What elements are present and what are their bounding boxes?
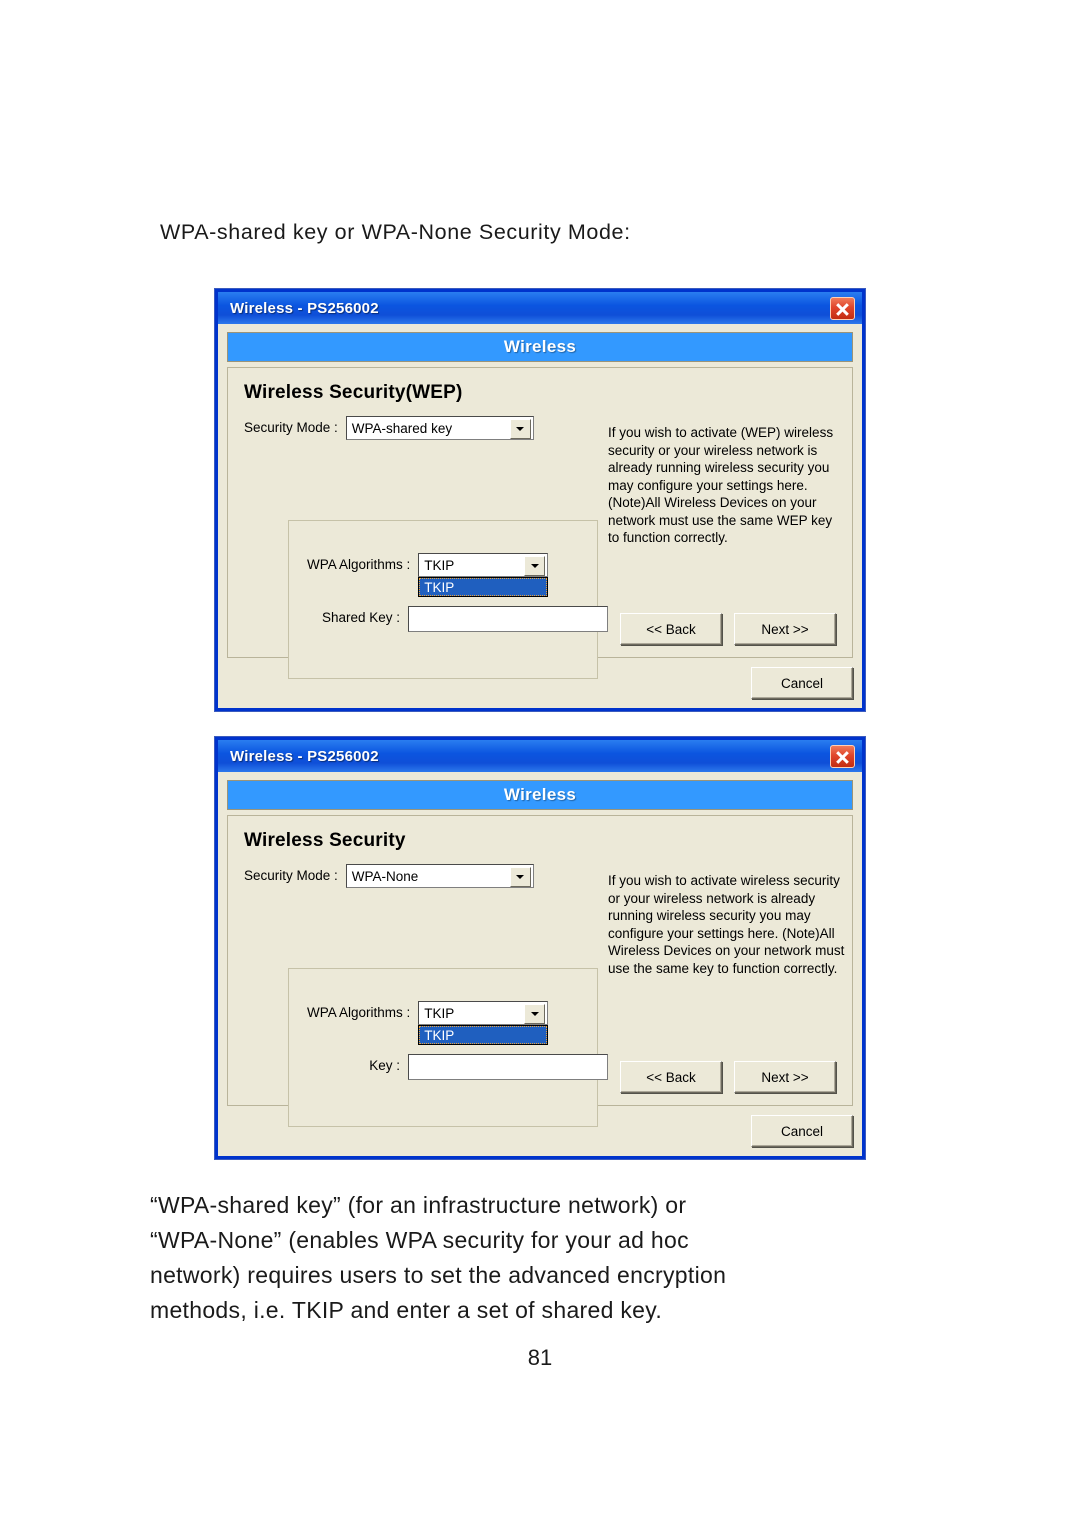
paragraph-line: “WPA-shared key” (for an infrastructure … xyxy=(150,1192,687,1218)
dialog1-back-button[interactable]: << Back xyxy=(620,613,722,645)
dialog2-wpa-algorithms-select[interactable]: TKIP xyxy=(418,1001,549,1025)
dialog1-shared-key-row: Shared Key : xyxy=(307,606,608,632)
dialog1-section-title: Wireless Security(WEP) xyxy=(244,382,463,403)
dialog2-security-mode-value: WPA-None xyxy=(351,868,419,884)
dialog2-title: Wireless - PS256002 xyxy=(230,747,379,765)
dialog1-security-mode-label: Security Mode : xyxy=(244,420,338,435)
dialog2-wpa-group: WPA Algorithms : TKIP TKIP Key : xyxy=(288,968,608,1127)
dialog2-cancel-wrap: Cancel xyxy=(751,1115,853,1147)
chevron-down-icon[interactable] xyxy=(524,1004,546,1024)
dialog1-security-mode-select[interactable]: WPA-shared key xyxy=(345,416,534,440)
paragraph-line: “WPA-None” (enables WPA security for you… xyxy=(150,1227,689,1253)
dialog2-key-row: Key : xyxy=(307,1054,608,1080)
chevron-down-icon[interactable] xyxy=(509,867,531,887)
chevron-down-icon[interactable] xyxy=(509,419,531,439)
chevron-down-icon[interactable] xyxy=(524,556,546,576)
page-body-paragraph: “WPA-shared key” (for an infrastructure … xyxy=(150,1188,910,1328)
dialog1-nav-buttons: << Back Next >> xyxy=(620,613,836,645)
dialog1-cancel-button[interactable]: Cancel xyxy=(751,667,853,699)
dialog1-content-panel: Wireless Security(WEP) Security Mode : W… xyxy=(227,367,853,679)
dialog2-wpa-algorithms-label: WPA Algorithms : xyxy=(307,1005,411,1020)
page-number: 81 xyxy=(527,1345,553,1370)
dialog2-back-button[interactable]: << Back xyxy=(620,1061,722,1093)
dialog2-key-input[interactable] xyxy=(408,1054,608,1080)
wireless-dialog-wpa-none: Wireless - PS256002 Wireless Wireless Se… xyxy=(214,736,866,1160)
dialog1-wpa-algorithms-value: TKIP xyxy=(424,557,455,573)
wireless-dialog-wpa-shared-key: Wireless - PS256002 Wireless Wireless Se… xyxy=(214,288,866,712)
dialog2-content-panel: Wireless Security Security Mode : WPA-No… xyxy=(227,815,853,1127)
dialog1-wpa-algorithms-label: WPA Algorithms : xyxy=(307,557,411,572)
dialog1-wpa-algorithms-select[interactable]: TKIP xyxy=(418,553,549,577)
dialog2-security-mode-label: Security Mode : xyxy=(244,868,338,883)
dialog2-next-button[interactable]: Next >> xyxy=(734,1061,836,1093)
dialog2-wpa-algorithms-option-tkip[interactable]: TKIP xyxy=(418,1025,549,1045)
dialog1-next-button[interactable]: Next >> xyxy=(734,613,836,645)
dialog2-nav-buttons: << Back Next >> xyxy=(620,1061,836,1093)
dialog1-body: Wireless Wireless Security(WEP) Security… xyxy=(218,324,862,708)
dialog2-help-text: If you wish to activate wireless securit… xyxy=(608,873,845,976)
dialog1-cancel-wrap: Cancel xyxy=(751,667,853,699)
dialog1-wpa-algorithms-option-tkip[interactable]: TKIP xyxy=(418,577,549,597)
dialog2-titlebar: Wireless - PS256002 xyxy=(218,740,862,772)
dialog1-wpa-group: WPA Algorithms : TKIP TKIP Shared Key : xyxy=(288,520,608,679)
dialog2-section-title: Wireless Security xyxy=(244,830,406,851)
dialog2-body: Wireless Wireless Security Security Mode… xyxy=(218,772,862,1156)
paragraph-line: methods, i.e. TKIP and enter a set of sh… xyxy=(150,1297,663,1323)
dialog1-title: Wireless - PS256002 xyxy=(230,299,379,317)
dialog1-titlebar: Wireless - PS256002 xyxy=(218,292,862,324)
dialog2-key-label: Key : xyxy=(369,1058,400,1073)
dialog1-shared-key-input[interactable] xyxy=(408,606,608,632)
dialog2-wpa-algorithms-value: TKIP xyxy=(424,1005,455,1021)
dialog2-wpa-algorithms-row: WPA Algorithms : TKIP TKIP xyxy=(307,1001,549,1045)
dialog1-banner: Wireless xyxy=(227,332,853,362)
dialog1-security-mode-value: WPA-shared key xyxy=(351,420,453,436)
close-icon[interactable] xyxy=(830,296,855,320)
dialog2-cancel-button[interactable]: Cancel xyxy=(751,1115,853,1147)
dialog2-security-mode-select[interactable]: WPA-None xyxy=(345,864,534,888)
page-section-heading: WPA-shared key or WPA-None Security Mode… xyxy=(160,220,631,244)
dialog1-help-text: If you wish to activate (WEP) wireless s… xyxy=(608,425,834,545)
close-icon[interactable] xyxy=(830,744,855,768)
dialog1-shared-key-label: Shared Key : xyxy=(321,610,400,625)
dialog1-wpa-algorithms-row: WPA Algorithms : TKIP TKIP xyxy=(307,553,549,597)
paragraph-line: network) requires users to set the advan… xyxy=(150,1262,727,1288)
dialog2-banner: Wireless xyxy=(227,780,853,810)
